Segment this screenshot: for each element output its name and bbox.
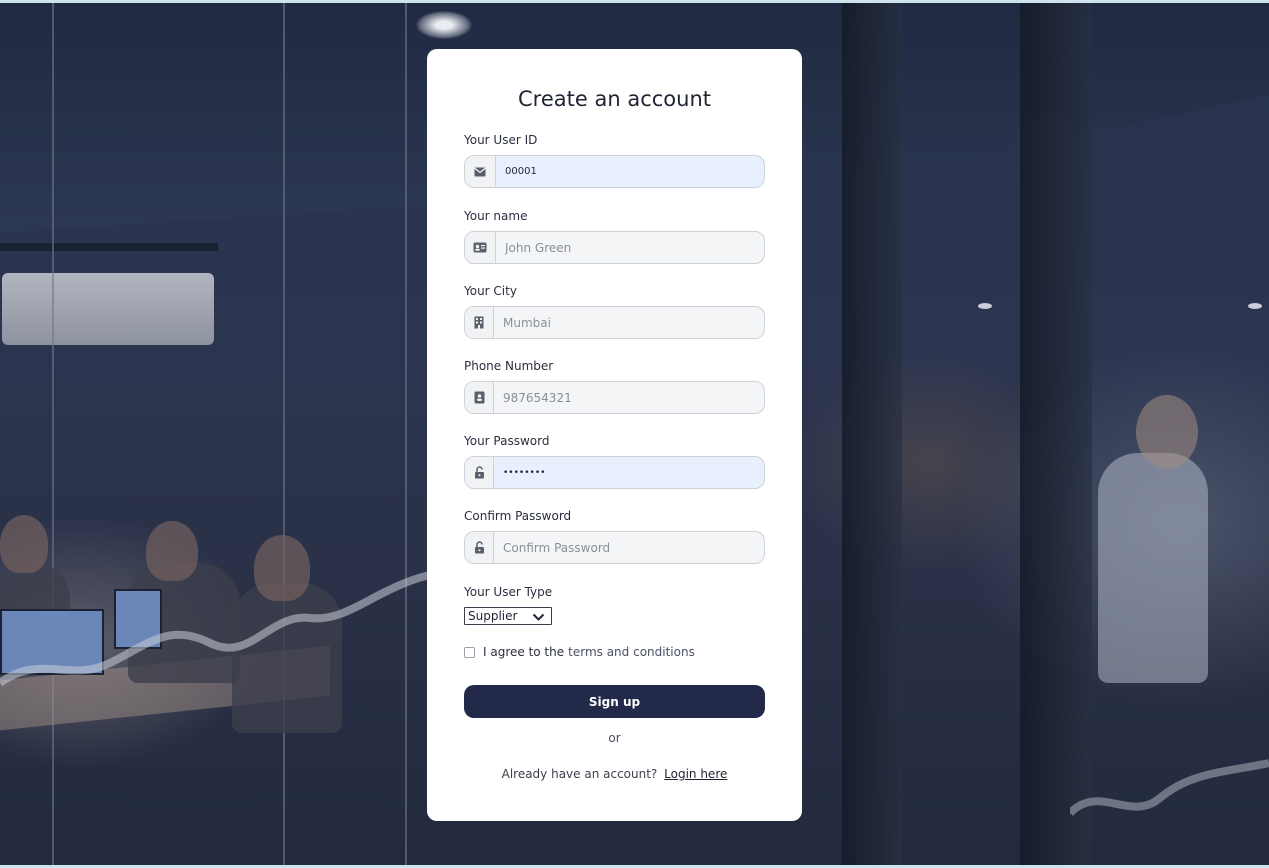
city-label: Your City — [464, 284, 517, 298]
user-id-input[interactable] — [496, 156, 764, 187]
unlock-icon — [465, 532, 494, 563]
login-link[interactable]: Login here — [664, 767, 727, 781]
background-wave-graphic — [0, 569, 440, 687]
city-input[interactable] — [494, 307, 764, 338]
agree-checkbox[interactable] — [464, 646, 475, 658]
unlock-icon — [465, 457, 494, 488]
agree-row: I agree to the terms and conditions — [464, 644, 695, 660]
user-type-label: Your User Type — [464, 585, 553, 599]
phone-label: Phone Number — [464, 359, 554, 373]
name-group — [464, 231, 765, 264]
signup-card: Create an account Your User ID Your name… — [427, 49, 802, 821]
or-divider-text: or — [608, 731, 621, 745]
signup-button[interactable]: Sign up — [464, 685, 765, 718]
contact-book-icon — [465, 382, 494, 413]
background-light — [978, 303, 992, 309]
background-glass-edge — [405, 3, 407, 865]
background-light — [1248, 303, 1262, 309]
phone-input[interactable] — [494, 382, 764, 413]
city-group — [464, 306, 765, 339]
user-type-selected-value: Supplier — [468, 609, 518, 623]
background-person — [1098, 453, 1208, 683]
background-glass-edge — [283, 3, 285, 865]
name-input[interactable] — [496, 232, 764, 263]
confirm-password-input[interactable] — [494, 532, 764, 563]
background-rail — [0, 243, 218, 251]
user-type-select[interactable]: Supplier — [464, 607, 552, 625]
user-id-label: Your User ID — [464, 133, 538, 147]
background-ceiling-light — [416, 11, 472, 39]
login-row: Already have an account? Login here — [427, 767, 802, 781]
background-wave-graphic — [1070, 759, 1269, 817]
background-pillar — [1020, 3, 1092, 865]
background-person-head — [1136, 395, 1198, 469]
background-pillar — [842, 3, 902, 865]
password-label: Your Password — [464, 434, 550, 448]
id-card-icon — [465, 232, 496, 263]
agree-text: I agree to the — [483, 645, 565, 659]
phone-group — [464, 381, 765, 414]
background-air-conditioner — [2, 273, 214, 345]
user-id-group — [464, 155, 765, 188]
confirm-password-label: Confirm Password — [464, 509, 572, 523]
background-glass-edge — [52, 3, 54, 865]
page-title: Create an account — [518, 87, 711, 111]
name-label: Your name — [464, 209, 528, 223]
confirm-password-group — [464, 531, 765, 564]
envelope-icon — [465, 156, 496, 187]
login-prompt: Already have an account? — [501, 767, 658, 781]
password-input[interactable] — [494, 457, 764, 488]
building-icon — [465, 307, 494, 338]
terms-link[interactable]: terms and conditions — [568, 645, 695, 659]
password-group — [464, 456, 765, 489]
chevron-down-icon — [532, 611, 545, 625]
